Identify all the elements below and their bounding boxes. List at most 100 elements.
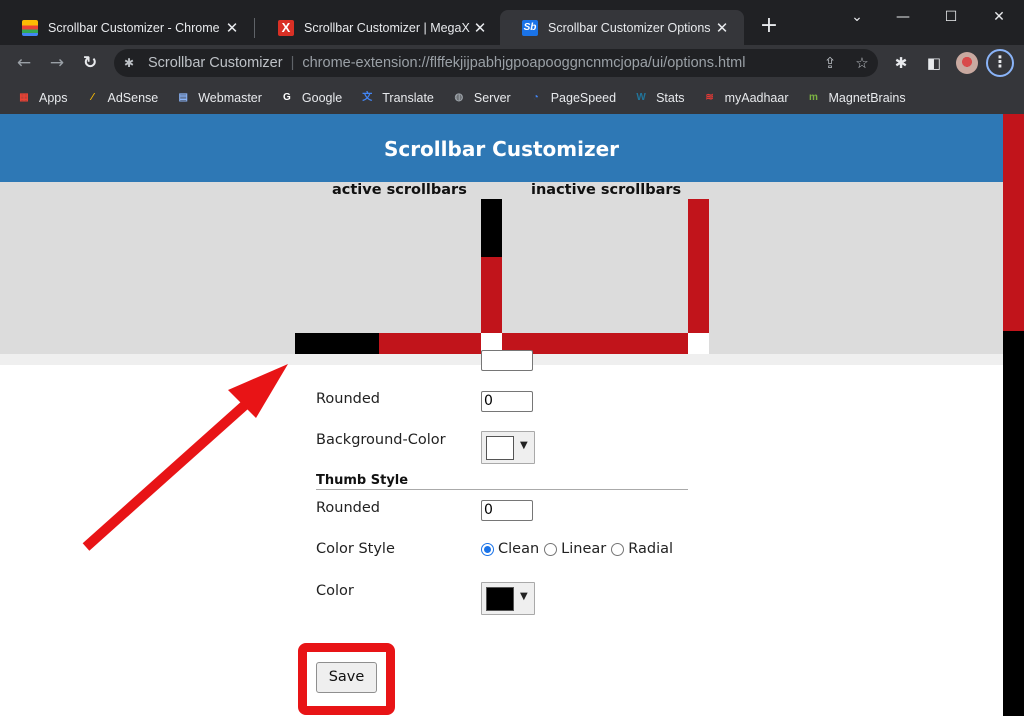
tab-title: Scrollbar Customizer - Chrome W xyxy=(48,20,222,35)
color-style-label: Color Style xyxy=(316,541,395,557)
inactive-scrollbar-corner xyxy=(688,333,709,354)
active-horizontal-thumb xyxy=(295,333,379,354)
bookmark-star-icon[interactable]: ☆ xyxy=(846,54,878,72)
scrollbar-customizer-icon: Sb xyxy=(522,19,538,36)
close-window-button[interactable]: ✕ xyxy=(976,4,1022,30)
thumb-rounded-label: Rounded xyxy=(316,500,381,516)
bookmark-label: Webmaster xyxy=(198,90,262,105)
url-text[interactable]: chrome-extension://flffekjijpabhjgpoapoo… xyxy=(302,55,814,71)
tab-megaxt[interactable]: X Scrollbar Customizer | MegaXT - ✕ xyxy=(256,10,502,45)
bookmark-label: Stats xyxy=(656,90,685,105)
save-button[interactable]: Save xyxy=(316,662,377,693)
active-horizontal-track xyxy=(379,333,481,354)
radio-radial-label[interactable]: Radial xyxy=(628,541,673,557)
tab-chrome-web-store[interactable]: Scrollbar Customizer - Chrome W ✕ xyxy=(0,10,254,45)
bookmark-label: myAadhaar xyxy=(724,90,789,105)
bookmark-webmaster[interactable]: ▤ Webmaster xyxy=(175,90,262,106)
new-tab-button[interactable]: + xyxy=(758,15,780,37)
minimize-button[interactable]: — xyxy=(880,4,926,30)
globe-icon: ◍ xyxy=(454,91,464,103)
magnetbrains-icon: m xyxy=(809,91,818,103)
dropdown-arrow-icon: ▼ xyxy=(520,591,528,602)
radio-radial[interactable] xyxy=(611,542,625,556)
maximize-button[interactable]: ☐ xyxy=(928,4,974,30)
thumb-color-label: Color xyxy=(316,583,354,599)
chrome-web-store-icon xyxy=(22,19,38,36)
inactive-vertical-track xyxy=(688,199,709,333)
tab-title: Scrollbar Customizer | MegaXT - xyxy=(304,20,470,35)
bookmarks-bar: ▦ Apps ⁄ AdSense ▤ Webmaster G Google 文 Translate… xyxy=(0,81,1024,114)
adsense-icon: ⁄ xyxy=(91,91,94,103)
megaxt-icon: X xyxy=(278,19,294,36)
extensions-icon[interactable]: ✱ xyxy=(890,52,912,74)
bookmark-label: AdSense xyxy=(107,90,159,105)
omnibox-separator: | xyxy=(290,55,295,71)
radio-clean-label[interactable]: Clean xyxy=(498,541,539,557)
chrome-menu-button[interactable]: ⋮ xyxy=(986,49,1014,77)
bookmark-google[interactable]: G Google xyxy=(279,90,342,106)
background-color-swatch xyxy=(486,436,514,460)
reload-button[interactable]: ↻ xyxy=(78,51,102,75)
address-bar[interactable]: ✱ Scrollbar Customizer | chrome-extensio… xyxy=(114,49,878,77)
bookmark-label: Google xyxy=(301,90,343,105)
tab-search-button[interactable]: ⌄ xyxy=(834,4,880,30)
radio-linear[interactable] xyxy=(544,542,558,556)
tab-strip: Scrollbar Customizer - Chrome W ✕ X Scro… xyxy=(0,0,1024,45)
page-title: Scrollbar Customizer xyxy=(0,114,1003,182)
tab-options-active[interactable]: Sb Scrollbar Customizer Options ✕ xyxy=(500,10,744,45)
radio-linear-label[interactable]: Linear xyxy=(561,541,606,557)
bookmark-stats[interactable]: W Stats xyxy=(633,90,685,106)
extension-puzzle-icon: ✱ xyxy=(124,56,135,70)
thumb-color-swatch xyxy=(486,587,514,611)
active-scrollbars-label: active scrollbars xyxy=(332,182,467,198)
bookmark-pagespeed[interactable]: ◔ PageSpeed xyxy=(528,90,616,106)
bookmark-label: Translate xyxy=(382,90,434,105)
scrollbar-preview: active scrollbars inactive scrollbars xyxy=(0,182,1003,354)
tab-title: Scrollbar Customizer Options xyxy=(548,20,711,35)
page-viewport: Scrollbar Customizer active scrollbars i… xyxy=(0,114,1003,716)
close-tab-icon[interactable]: ✕ xyxy=(712,19,732,37)
forward-button[interactable]: → xyxy=(45,51,69,75)
site-name: Scrollbar Customizer xyxy=(148,55,283,71)
bookmark-label: Apps xyxy=(39,90,68,105)
bookmark-label: PageSpeed xyxy=(550,90,617,105)
thumb-style-heading: Thumb Style xyxy=(316,473,688,490)
track-rounded-input[interactable]: 0 xyxy=(481,391,533,412)
track-width-input-partial[interactable] xyxy=(481,350,533,371)
track-rounded-label: Rounded xyxy=(316,391,381,407)
close-tab-icon[interactable]: ✕ xyxy=(470,19,490,37)
dropdown-arrow-icon: ▼ xyxy=(520,440,528,451)
share-icon[interactable]: ⇪ xyxy=(814,54,846,72)
bookmark-adsense[interactable]: ⁄ AdSense xyxy=(85,90,159,106)
active-vertical-thumb xyxy=(481,199,502,257)
bookmark-server[interactable]: ◍ Server xyxy=(451,90,511,106)
google-icon: G xyxy=(283,91,291,103)
profile-avatar[interactable] xyxy=(956,52,978,74)
apps-grid-icon: ▦ xyxy=(19,91,29,103)
tab-separator xyxy=(254,18,255,38)
bookmark-magnetbrains[interactable]: m MagnetBrains xyxy=(806,90,906,106)
bookmark-apps[interactable]: ▦ Apps xyxy=(16,90,68,106)
bookmark-label: MagnetBrains xyxy=(828,90,906,105)
color-style-radio-group: Clean Linear Radial xyxy=(481,541,678,557)
thumb-color-picker[interactable]: ▼ xyxy=(481,582,535,615)
bookmark-label: Server xyxy=(473,90,511,105)
background-color-label: Background-Color xyxy=(316,432,446,448)
radio-clean[interactable] xyxy=(481,542,494,556)
back-button[interactable]: ← xyxy=(12,51,36,75)
active-vertical-track xyxy=(481,257,502,333)
wordpress-icon: W xyxy=(636,91,646,103)
background-color-picker[interactable]: ▼ xyxy=(481,431,535,464)
pagespeed-icon: ◔ xyxy=(532,91,539,103)
thumb-rounded-input[interactable]: 0 xyxy=(481,500,533,521)
page-scrollbar-thumb[interactable] xyxy=(1003,114,1024,331)
bookmark-translate[interactable]: 文 Translate xyxy=(359,90,434,106)
browser-toolbar: ← → ↻ ✱ Scrollbar Customizer | chrome-ex… xyxy=(0,45,1024,81)
aadhaar-icon: ≋ xyxy=(705,91,714,103)
close-tab-icon[interactable]: ✕ xyxy=(222,19,242,37)
webmaster-icon: ▤ xyxy=(178,91,188,103)
page-scrollbar[interactable] xyxy=(1003,114,1024,716)
inactive-scrollbars-label: inactive scrollbars xyxy=(531,182,682,198)
side-panel-icon[interactable]: ◧ xyxy=(923,52,945,74)
bookmark-myaadhaar[interactable]: ≋ myAadhaar xyxy=(702,90,789,106)
